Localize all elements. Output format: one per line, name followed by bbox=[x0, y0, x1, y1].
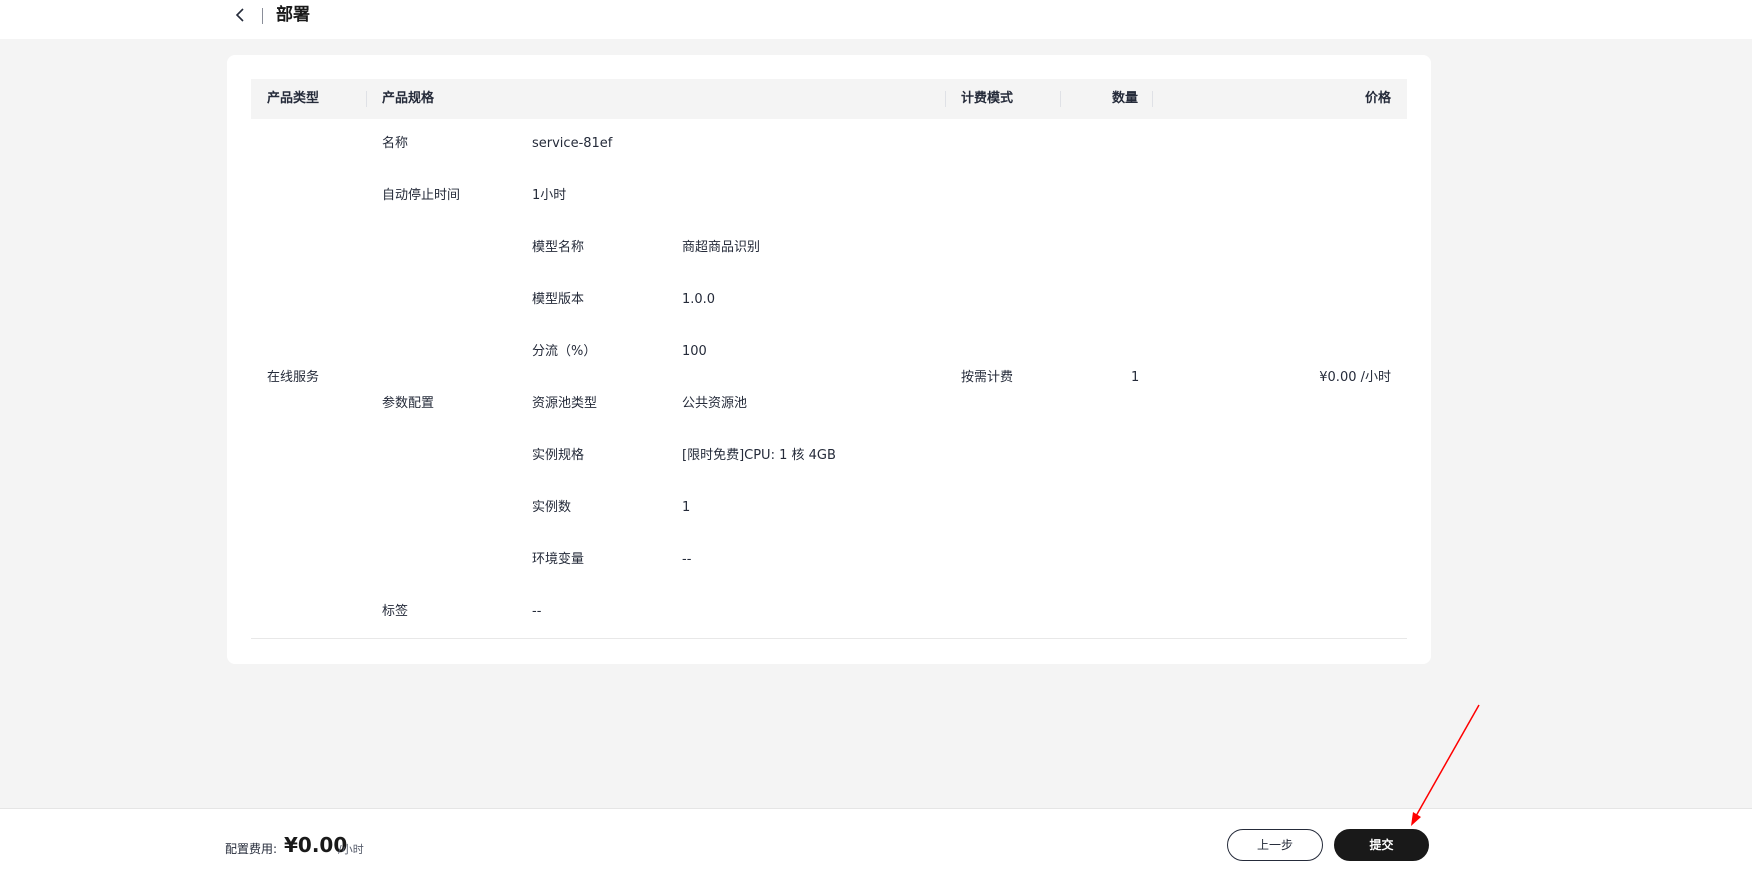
config-fee-unit: /小时 bbox=[338, 843, 364, 856]
footer-bar: 配置费用: ¥0.00 /小时 上一步 提交 bbox=[0, 808, 1752, 881]
param-value-model-version: 1.0.0 bbox=[682, 292, 716, 307]
top-bar: 部署 bbox=[0, 0, 1752, 39]
column-divider bbox=[1060, 91, 1061, 107]
back-button[interactable] bbox=[230, 4, 252, 26]
chevron-left-icon bbox=[235, 8, 244, 22]
param-value-model-name: 商超商品识别 bbox=[682, 240, 761, 255]
spec-value-tags: -- bbox=[532, 604, 542, 619]
title-divider bbox=[262, 8, 263, 24]
price-value: ¥0.00 /小时 bbox=[1319, 370, 1391, 385]
column-divider bbox=[1152, 91, 1153, 107]
config-fee-label: 配置费用: bbox=[225, 842, 278, 856]
column-divider bbox=[366, 91, 367, 107]
previous-step-button[interactable]: 上一步 bbox=[1227, 829, 1323, 861]
spec-label-params: 参数配置 bbox=[382, 396, 435, 411]
column-header-product-spec: 产品规格 bbox=[382, 91, 435, 106]
param-value-instance-flavor: [限时免费]CPU: 1 核 4GB bbox=[682, 448, 836, 463]
table-row-divider bbox=[251, 638, 1407, 639]
param-label-instance-flavor: 实例规格 bbox=[532, 448, 585, 463]
param-label-traffic-split: 分流（%） bbox=[532, 344, 597, 359]
spec-value-name: service-81ef bbox=[532, 136, 613, 151]
order-summary-card: 产品类型 产品规格 计费模式 数量 价格 在线服务 名称 service-81e… bbox=[227, 55, 1431, 664]
param-value-pool-type: 公共资源池 bbox=[682, 396, 748, 411]
spec-value-auto-stop: 1小时 bbox=[532, 188, 567, 203]
spec-label-name: 名称 bbox=[382, 136, 409, 151]
param-label-model-version: 模型版本 bbox=[532, 292, 585, 307]
spec-label-auto-stop: 自动停止时间 bbox=[382, 188, 461, 203]
submit-button[interactable]: 提交 bbox=[1334, 829, 1429, 861]
page-title: 部署 bbox=[276, 5, 310, 25]
product-type-value: 在线服务 bbox=[267, 370, 320, 385]
column-header-billing-mode: 计费模式 bbox=[961, 91, 1014, 106]
param-label-env-vars: 环境变量 bbox=[532, 552, 585, 567]
param-label-pool-type: 资源池类型 bbox=[532, 396, 598, 411]
quantity-value: 1 bbox=[1131, 370, 1140, 385]
param-label-instance-count: 实例数 bbox=[532, 500, 572, 515]
param-label-model-name: 模型名称 bbox=[532, 240, 585, 255]
billing-mode-value: 按需计费 bbox=[961, 370, 1014, 385]
column-header-quantity: 数量 bbox=[1112, 91, 1139, 106]
column-header-price: 价格 bbox=[1364, 91, 1391, 106]
table-header: 产品类型 产品规格 计费模式 数量 价格 bbox=[251, 79, 1407, 119]
param-value-traffic-split: 100 bbox=[682, 344, 707, 359]
param-value-env-vars: -- bbox=[682, 552, 692, 567]
column-divider bbox=[945, 91, 946, 107]
column-header-product-type: 产品类型 bbox=[267, 91, 320, 106]
spec-label-tags: 标签 bbox=[382, 604, 409, 619]
param-value-instance-count: 1 bbox=[682, 500, 691, 515]
